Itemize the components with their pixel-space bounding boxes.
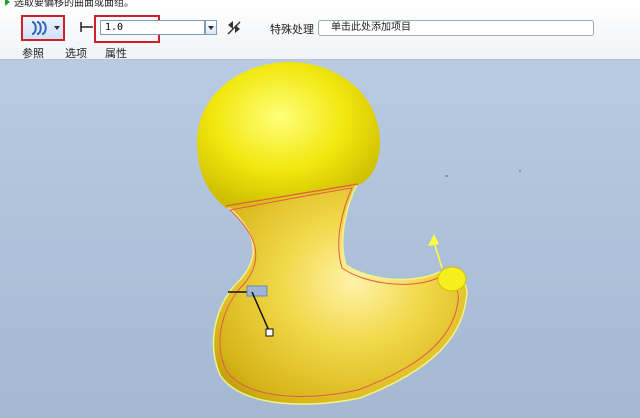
offset-distance-icon [80,22,93,32]
prompt-arrow-icon [5,0,10,6]
model-canvas [197,62,521,405]
offset-type-button[interactable] [21,15,65,41]
tab-references[interactable]: 参照 [22,45,44,61]
direction-arrow-icon[interactable] [428,234,443,269]
dropdown-caret-icon [54,26,60,30]
offset-value-input[interactable] [100,20,205,35]
special-handling-label: 特殊处理 [270,23,314,36]
prompt-text: 选取要偏移的曲面或面组。 [14,0,134,9]
offset-type-icon [31,21,47,35]
flip-direction-icon[interactable] [226,19,242,35]
offset-dashboard: 选取要偏移的曲面或面组。 特殊处理 单击此处添加项目 参照 选项 属性 [0,0,640,60]
duck-tail-tip[interactable] [437,266,467,292]
tab-properties[interactable]: 属性 [105,45,127,61]
add-item-field[interactable]: 单击此处添加项目 [318,20,594,36]
tab-options[interactable]: 选项 [65,45,87,61]
graphics-viewport[interactable] [0,60,640,418]
offset-value-dropdown[interactable] [205,20,217,35]
message-prompt: 选取要偏移的曲面或面组。 [0,0,134,9]
